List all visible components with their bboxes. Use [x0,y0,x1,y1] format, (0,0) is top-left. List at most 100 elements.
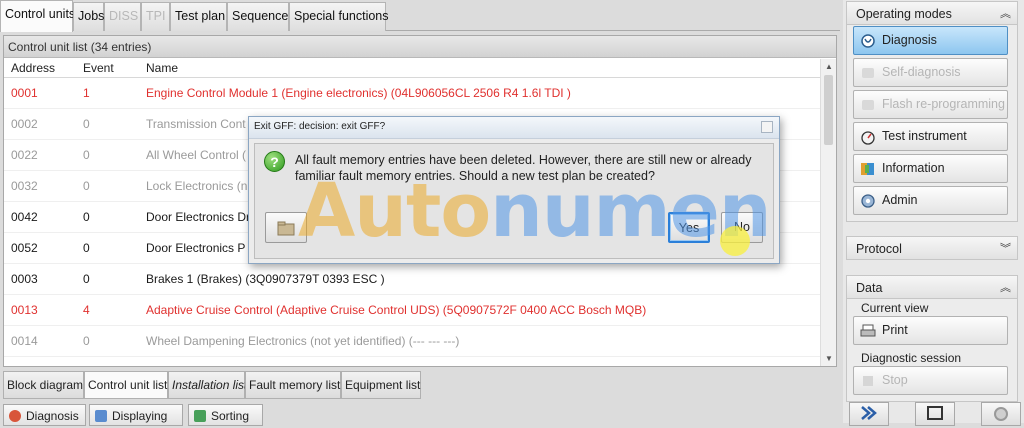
collapse-up-icon[interactable]: ︽ [1000,2,1011,26]
dialog-body: ? All fault memory entries have been del… [254,143,774,259]
current-view-label: Current view [861,301,929,315]
mode-admin-label: Admin [882,193,918,207]
row-name: Transmission Cont [146,117,246,131]
row-event: 1 [83,86,90,100]
folder-icon [277,221,295,236]
tab-installation-list[interactable]: Installation list [168,371,247,399]
mode-test-instrument-button[interactable]: Test instrument [853,122,1008,151]
table-row[interactable]: 0001 1 Engine Control Module 1 (Engine e… [4,78,836,109]
scroll-down-icon[interactable]: ▼ [825,354,833,363]
close-icon[interactable] [761,121,773,133]
row-event: 0 [83,272,90,286]
tab-fault-memory-list[interactable]: Fault memory list [245,371,341,399]
printer-icon [860,324,876,337]
mode-flash-label: Flash re-programming [882,97,1005,111]
status-diagnosis-label: Diagnosis [26,409,79,423]
row-event: 0 [83,117,90,131]
stop-button: Stop [853,366,1008,395]
status-displaying-label: Displaying [112,409,168,423]
protocol-header[interactable]: Protocol ︾ [846,236,1018,260]
tab-jobs[interactable]: Jobs [73,2,104,31]
question-icon: ? [264,151,285,172]
toolbar-settings-button[interactable] [981,402,1021,426]
row-event: 0 [83,334,90,348]
double-arrow-icon [861,406,877,420]
row-address: 0052 [11,241,38,255]
row-name: Lock Electronics (n [146,179,248,193]
tab-control-units[interactable]: Control units [0,0,75,32]
data-header[interactable]: Data ︽ [846,275,1018,299]
gear-icon [994,407,1008,421]
row-name: Adaptive Cruise Control (Adaptive Cruise… [146,303,647,317]
protocol-title: Protocol [856,242,902,256]
diagnostic-session-label: Diagnostic session [861,351,962,365]
table-row[interactable]: 0014 0 Wheel Dampening Electronics (not … [4,326,836,357]
stop-icon [863,376,873,386]
information-icon [861,163,874,175]
tab-sequence[interactable]: Sequence [227,2,289,31]
collapse-up-icon[interactable]: ︽ [1000,276,1011,300]
mouse-cursor-highlight [720,226,750,256]
row-name: Door Electronics P [146,241,246,255]
list-scrollbar[interactable]: ▲ ▼ [820,59,836,366]
toolbar-frame-button[interactable] [915,402,955,426]
expand-down-icon[interactable]: ︾ [1000,237,1011,261]
print-button[interactable]: Print [853,316,1008,345]
row-address: 0003 [11,272,38,286]
tab-block-diagram[interactable]: Block diagram [3,371,84,399]
mode-diagnosis-label: Diagnosis [882,33,937,47]
scrollbar-thumb[interactable] [824,75,833,145]
tab-tpi: TPI [141,2,170,31]
yes-button[interactable]: Yes [668,212,710,243]
row-address: 0002 [11,117,38,131]
column-header-name[interactable]: Name [146,58,178,78]
tab-equipment-list[interactable]: Equipment list [341,371,421,399]
stethoscope-icon [861,34,875,48]
sort-icon [194,410,206,422]
tab-diss: DISS [104,2,141,31]
table-row[interactable]: 0013 4 Adaptive Cruise Control (Adaptive… [4,295,836,326]
flash-icon [862,100,874,110]
mode-diagnosis-button[interactable]: Diagnosis [853,26,1008,55]
mode-test-instrument-label: Test instrument [882,129,967,143]
row-name: Wheel Dampening Electronics (not yet ide… [146,334,460,348]
toolbar-forward-button[interactable] [849,402,889,426]
mode-information-label: Information [882,161,945,175]
tab-test-plan[interactable]: Test plan [170,2,227,31]
dialog-extra-button[interactable] [265,212,307,243]
column-header-address[interactable]: Address [11,58,55,78]
row-address: 0042 [11,210,38,224]
table-row[interactable]: 0003 0 Brakes 1 (Brakes) (3Q0907379T 039… [4,264,836,295]
dialog-title: Exit GFF: decision: exit GFF? [249,117,779,139]
row-address: 0032 [11,179,38,193]
row-event: 0 [83,148,90,162]
row-address: 0014 [11,334,38,348]
operating-modes-header[interactable]: Operating modes ︽ [846,1,1018,25]
stop-label: Stop [882,373,908,387]
data-body: Current view Print Diagnostic session St… [846,299,1018,402]
row-address: 0013 [11,303,38,317]
column-header-event[interactable]: Event [83,58,114,78]
frame-icon [927,406,943,420]
scroll-up-icon[interactable]: ▲ [825,62,833,71]
mode-information-button[interactable]: Information [853,154,1008,183]
operating-modes-title: Operating modes [856,7,952,21]
tab-special-functions[interactable]: Special functions [289,2,389,31]
sidebar: Operating modes ︽ Diagnosis Self-diagnos… [843,0,1024,426]
row-event: 4 [83,303,90,317]
mode-self-diagnosis-button: Self-diagnosis [853,58,1008,87]
row-name: Engine Control Module 1 (Engine electron… [146,86,571,100]
tab-control-unit-list[interactable]: Control unit list [84,371,168,399]
display-icon [95,410,107,422]
row-name: Door Electronics Dr [146,210,251,224]
admin-icon [861,194,875,208]
top-tab-bar: Control units Jobs DISS TPI Test plan Se… [0,0,840,32]
status-sorting-label: Sorting [211,409,250,423]
exit-gff-dialog: Exit GFF: decision: exit GFF? ? All faul… [248,116,780,264]
row-address: 0022 [11,148,38,162]
row-event: 0 [83,179,90,193]
mode-admin-button[interactable]: Admin [853,186,1008,215]
data-title: Data [856,281,883,295]
print-label: Print [882,323,908,337]
column-header-row: Address Event Name [4,58,836,78]
